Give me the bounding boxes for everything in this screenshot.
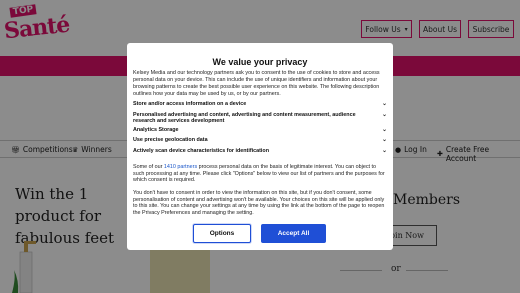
chevron-down-icon: ⌄ <box>381 111 387 118</box>
consent-info-note: You don't have to consent in order to vi… <box>133 190 385 217</box>
chevron-down-icon: ⌄ <box>381 126 387 133</box>
purpose-item-analytics[interactable]: Analytics Storage ⌄ <box>133 126 387 135</box>
consent-dialog: We value your privacy Kelsey Media and o… <box>127 43 393 250</box>
legitimate-interest-note: Some of our 1410 partners process person… <box>133 164 387 184</box>
purpose-item-advertising[interactable]: Personalised advertising and content, ad… <box>133 111 387 126</box>
purpose-label: Analytics Storage <box>133 126 179 133</box>
purpose-item-geolocation[interactable]: Use precise geolocation data ⌄ <box>133 136 387 145</box>
purpose-label: Store and/or access information on a dev… <box>133 101 247 107</box>
chevron-down-icon: ⌄ <box>381 147 387 154</box>
purpose-list: Store and/or access information on a dev… <box>133 100 387 155</box>
note-prefix: Some of our <box>133 164 164 170</box>
purpose-item-storage[interactable]: Store and/or access information on a dev… <box>133 100 387 109</box>
consent-intro: Kelsey Media and our technology partners… <box>133 70 380 97</box>
purpose-label: Use precise geolocation data <box>133 137 208 143</box>
chevron-down-icon: ⌄ <box>381 101 387 107</box>
purpose-label: Actively scan device characteristics for… <box>133 147 270 154</box>
purpose-label: Personalised advertising and content, ad… <box>133 111 356 125</box>
partners-link[interactable]: 1410 partners <box>164 164 197 170</box>
chevron-down-icon: ⌄ <box>381 137 387 143</box>
options-button[interactable]: Options <box>193 224 251 243</box>
purpose-item-device-scan[interactable]: Actively scan device characteristics for… <box>133 147 387 156</box>
consent-title: We value your privacy <box>212 57 308 67</box>
accept-all-button[interactable]: Accept All <box>261 224 326 243</box>
